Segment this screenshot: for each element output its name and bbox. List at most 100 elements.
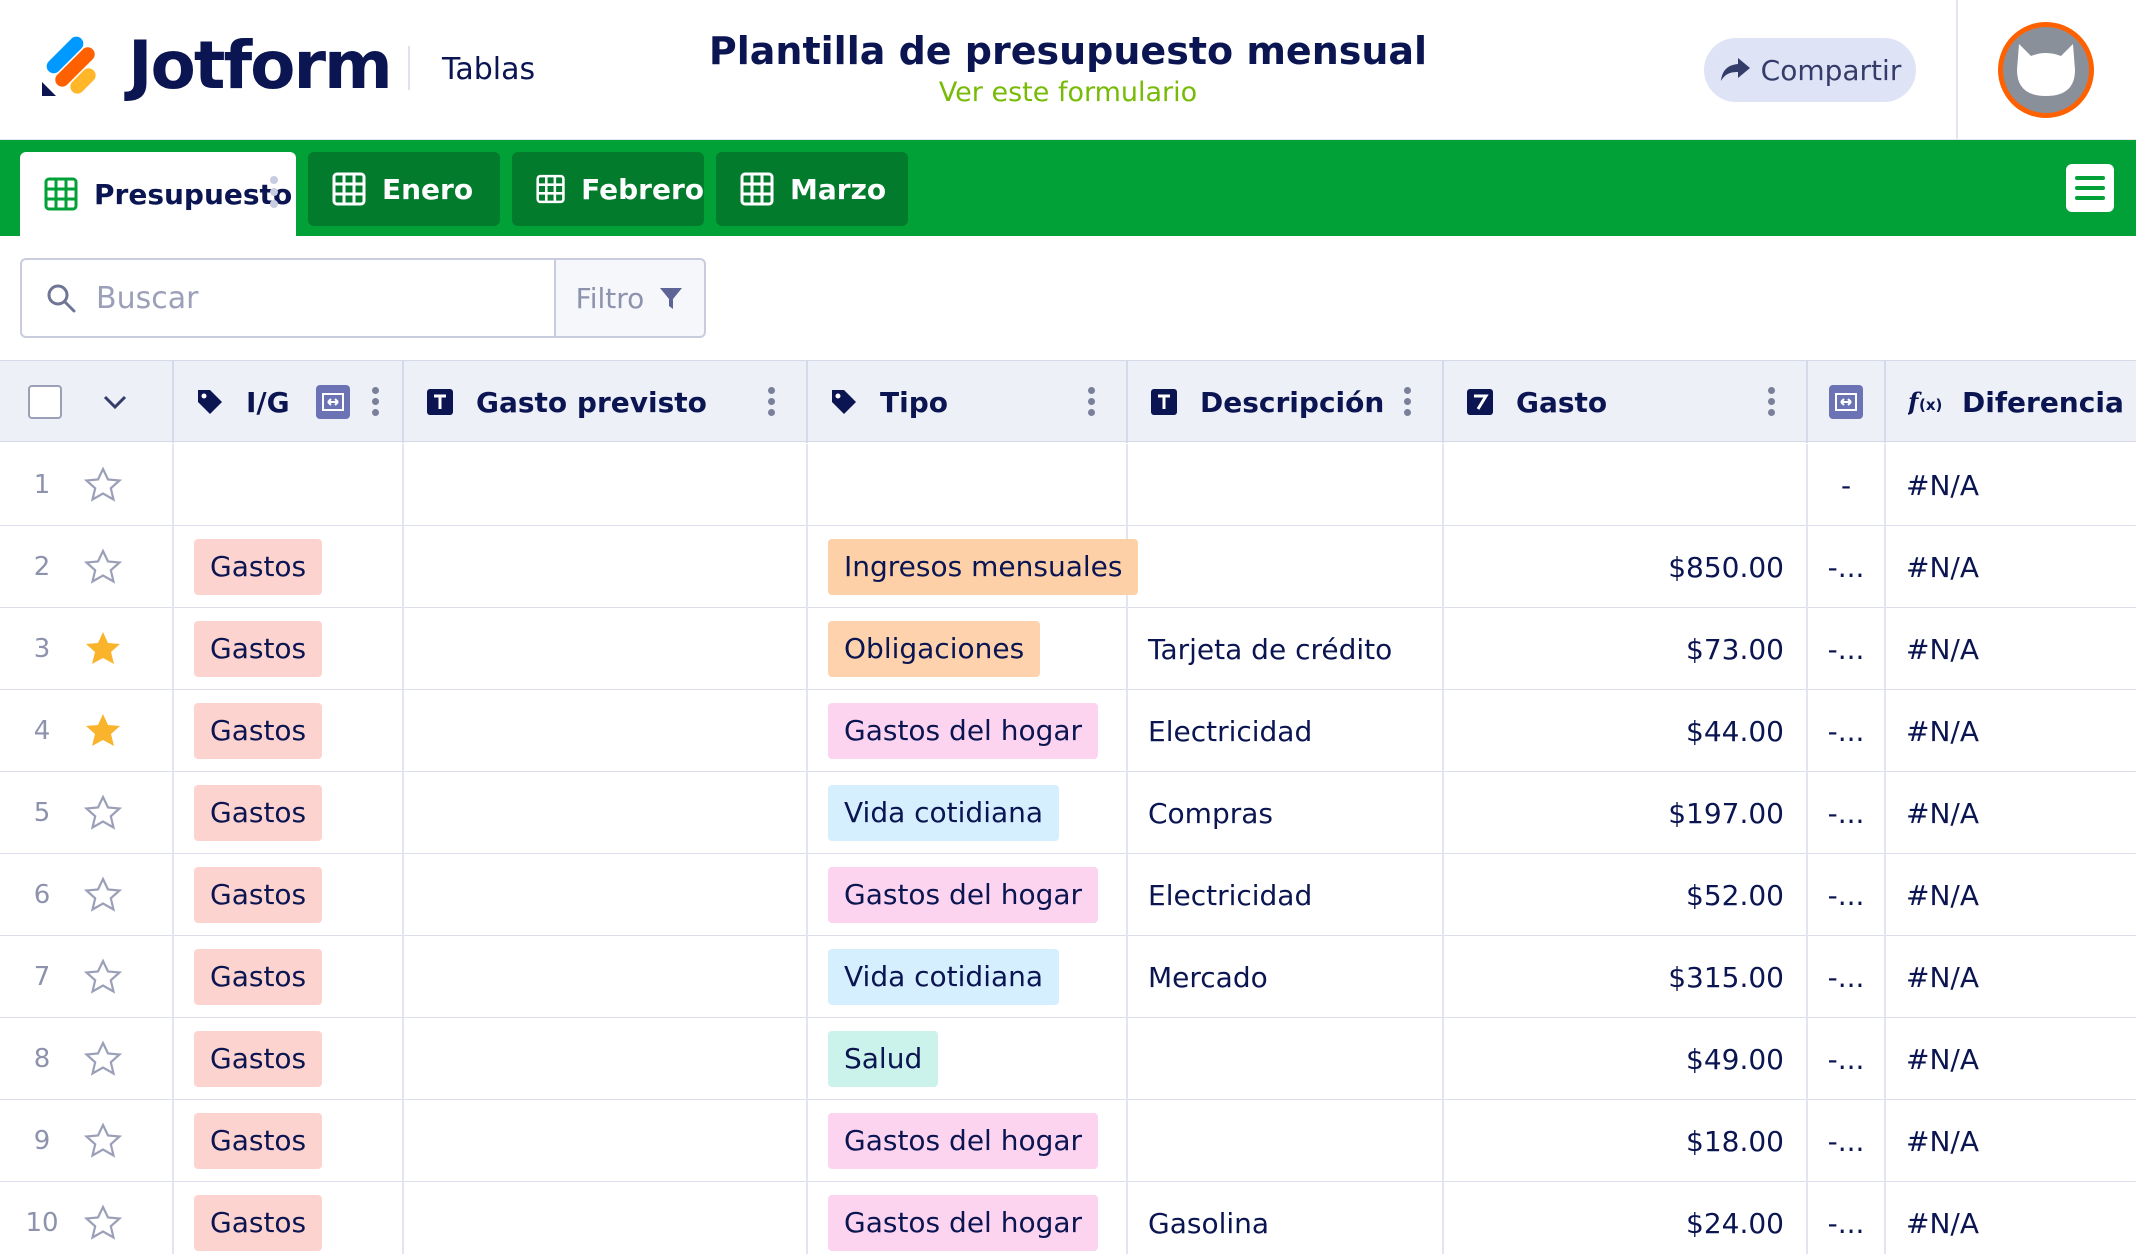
cell-ig[interactable]: Gastos — [174, 936, 404, 1018]
tab-marzo[interactable]: Marzo — [716, 152, 908, 226]
star-outline-icon[interactable] — [84, 548, 122, 586]
chevron-down-icon[interactable] — [102, 393, 128, 411]
cell-calculated[interactable]: -... — [1808, 690, 1886, 772]
column-header-diferencia[interactable]: f (x) Diferencia — [1886, 361, 2136, 443]
cell-gasto-previsto[interactable] — [404, 1182, 808, 1254]
table-row[interactable]: 4 Gastos Gastos del hogar Electricidad $44.0… — [0, 690, 2136, 772]
cell-tipo[interactable]: Salud — [808, 1018, 1128, 1100]
star-outline-icon[interactable] — [84, 876, 122, 914]
cell-calculated[interactable]: -... — [1808, 526, 1886, 608]
column-width-icon[interactable] — [315, 385, 350, 419]
table-row[interactable]: 2 Gastos Ingresos mensuales $850.00 -... #N/A — [0, 526, 2136, 608]
cell-tipo[interactable]: Gastos del hogar — [808, 690, 1128, 772]
avatar[interactable] — [1998, 22, 2094, 118]
cell-gasto[interactable]: $49.00 — [1444, 1018, 1808, 1100]
tab-options-icon[interactable] — [270, 176, 278, 212]
star-outline-icon[interactable] — [84, 958, 122, 996]
cell-calculated[interactable]: -... — [1808, 936, 1886, 1018]
cell-tipo[interactable]: Obligaciones — [808, 608, 1128, 690]
cell-descripcion[interactable] — [1128, 526, 1444, 608]
cell-gasto[interactable]: $44.00 — [1444, 690, 1808, 772]
cell-descripcion[interactable]: Tarjeta de crédito — [1128, 608, 1444, 690]
cell-descripcion[interactable]: Mercado — [1128, 936, 1444, 1018]
cell-diferencia[interactable]: #N/A — [1886, 1100, 2136, 1182]
table-row[interactable]: 7 Gastos Vida cotidiana Mercado $315.00 -... #… — [0, 936, 2136, 1018]
cell-calculated[interactable]: -... — [1808, 608, 1886, 690]
table-row[interactable]: 1 - #N/A — [0, 444, 2136, 526]
cell-gasto-previsto[interactable] — [404, 772, 808, 854]
search-input[interactable] — [96, 280, 516, 316]
cell-diferencia[interactable]: #N/A — [1886, 1018, 2136, 1100]
cell-ig[interactable]: Gastos — [174, 526, 404, 608]
cell-calculated[interactable]: -... — [1808, 1100, 1886, 1182]
cell-calculated[interactable]: -... — [1808, 1182, 1886, 1254]
cell-gasto[interactable]: $24.00 — [1444, 1182, 1808, 1254]
table-row[interactable]: 3 Gastos Obligaciones Tarjeta de crédito $73… — [0, 608, 2136, 690]
star-outline-icon[interactable] — [84, 466, 122, 504]
cell-diferencia[interactable]: #N/A — [1886, 444, 2136, 526]
cell-gasto-previsto[interactable] — [404, 1100, 808, 1182]
cell-descripcion[interactable] — [1128, 444, 1444, 526]
cell-gasto-previsto[interactable] — [404, 526, 808, 608]
cell-gasto-previsto[interactable] — [404, 1018, 808, 1100]
tab-enero[interactable]: Enero — [308, 152, 500, 226]
table-row[interactable]: 5 Gastos Vida cotidiana Compras $197.00 -... #… — [0, 772, 2136, 854]
column-header-descripcion[interactable]: Descripción — [1128, 361, 1444, 443]
cell-gasto-previsto[interactable] — [404, 444, 808, 526]
filter-button[interactable]: Filtro — [554, 258, 706, 338]
column-header-gasto-previsto[interactable]: Gasto previsto — [404, 361, 808, 443]
cell-calculated[interactable]: -... — [1808, 854, 1886, 936]
cell-tipo[interactable]: Gastos del hogar — [808, 1182, 1128, 1254]
cell-diferencia[interactable]: #N/A — [1886, 690, 2136, 772]
table-row[interactable]: 9 Gastos Gastos del hogar $18.00 -... #N/A — [0, 1100, 2136, 1182]
cell-ig[interactable]: Gastos — [174, 1100, 404, 1182]
cell-diferencia[interactable]: #N/A — [1886, 608, 2136, 690]
cell-gasto-previsto[interactable] — [404, 854, 808, 936]
cell-descripcion[interactable]: Electricidad — [1128, 690, 1444, 772]
cell-gasto[interactable] — [1444, 444, 1808, 526]
cell-ig[interactable]: Gastos — [174, 1018, 404, 1100]
star-outline-icon[interactable] — [84, 794, 122, 832]
cell-calculated[interactable]: -... — [1808, 772, 1886, 854]
select-all-checkbox[interactable] — [28, 385, 62, 419]
cell-gasto[interactable]: $197.00 — [1444, 772, 1808, 854]
column-options-icon[interactable] — [768, 387, 776, 420]
cell-ig[interactable] — [174, 444, 404, 526]
cell-gasto[interactable]: $52.00 — [1444, 854, 1808, 936]
cell-calculated[interactable]: -... — [1808, 1018, 1886, 1100]
cell-ig[interactable]: Gastos — [174, 854, 404, 936]
cell-tipo[interactable]: Ingresos mensuales — [808, 526, 1139, 608]
cell-tipo[interactable]: Vida cotidiana — [808, 936, 1128, 1018]
star-filled-icon[interactable] — [84, 712, 122, 750]
cell-gasto[interactable]: $315.00 — [1444, 936, 1808, 1018]
star-outline-icon[interactable] — [84, 1122, 122, 1160]
column-options-icon[interactable] — [1404, 387, 1412, 420]
column-options-icon[interactable] — [372, 387, 380, 420]
cell-tipo[interactable]: Vida cotidiana — [808, 772, 1128, 854]
star-outline-icon[interactable] — [84, 1040, 122, 1078]
cell-ig[interactable]: Gastos — [174, 1182, 404, 1254]
cell-descripcion[interactable]: Gasolina — [1128, 1182, 1444, 1254]
column-options-icon[interactable] — [1088, 387, 1096, 420]
column-width-icon[interactable] — [1829, 385, 1863, 419]
cell-diferencia[interactable]: #N/A — [1886, 936, 2136, 1018]
table-row[interactable]: 10 Gastos Gastos del hogar Gasolina $24.00 -.… — [0, 1182, 2136, 1254]
cell-ig[interactable]: Gastos — [174, 608, 404, 690]
cell-diferencia[interactable]: #N/A — [1886, 1182, 2136, 1254]
cell-gasto-previsto[interactable] — [404, 690, 808, 772]
tab-presupuesto[interactable]: Presupuesto — [20, 152, 296, 236]
column-header-ig[interactable]: I/G — [174, 361, 404, 443]
cell-diferencia[interactable]: #N/A — [1886, 854, 2136, 936]
share-button[interactable]: Compartir — [1704, 38, 1916, 102]
star-filled-icon[interactable] — [84, 630, 122, 668]
cell-tipo[interactable]: Gastos del hogar — [808, 1100, 1128, 1182]
tab-febrero[interactable]: Febrero — [512, 152, 704, 226]
cell-ig[interactable]: Gastos — [174, 772, 404, 854]
view-form-link-text[interactable]: Ver este formulario — [939, 77, 1197, 108]
table-row[interactable]: 8 Gastos Salud $49.00 -... #N/A — [0, 1018, 2136, 1100]
star-outline-icon[interactable] — [84, 1204, 122, 1242]
column-header-gasto[interactable]: Gasto — [1444, 361, 1808, 443]
cell-descripcion[interactable]: Compras — [1128, 772, 1444, 854]
column-header-tipo[interactable]: Tipo — [808, 361, 1128, 443]
cell-gasto[interactable]: $18.00 — [1444, 1100, 1808, 1182]
